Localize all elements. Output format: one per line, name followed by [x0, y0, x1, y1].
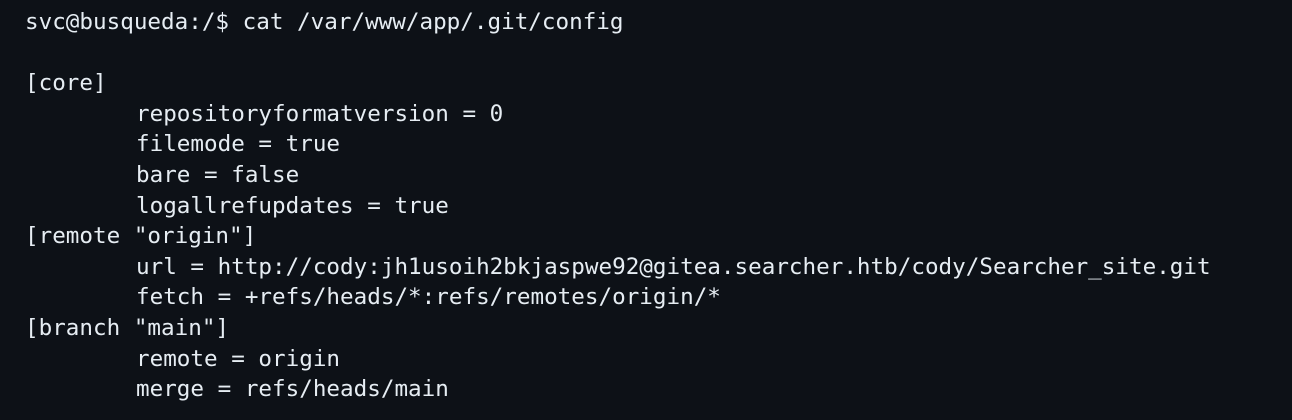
config-section-remote: [remote "origin"]	[25, 223, 257, 250]
config-entry-branch-remote: remote = origin	[136, 345, 341, 372]
config-section-branch: [branch "main"]	[25, 314, 230, 341]
config-entry-filemode: filemode = true	[136, 131, 341, 158]
config-entry-repositoryformatversion: repositoryformatversion = 0	[136, 100, 504, 127]
config-section-core: [core]	[25, 70, 107, 97]
config-entry-remote-url: url = http://cody:jh1usoih2bkjaspwe92@gi…	[136, 253, 1211, 280]
config-entry-logallrefupdates: logallrefupdates = true	[136, 192, 449, 219]
config-entry-remote-fetch: fetch = +refs/heads/*:refs/remotes/origi…	[136, 284, 721, 311]
terminal-window[interactable]: svc@busqueda:/$ cat /var/www/app/.git/co…	[0, 0, 1292, 420]
command-prompt-line: svc@busqueda:/$ cat /var/www/app/.git/co…	[25, 9, 624, 35]
config-entry-branch-merge: merge = refs/heads/main	[136, 376, 449, 403]
config-entry-bare: bare = false	[136, 161, 300, 188]
